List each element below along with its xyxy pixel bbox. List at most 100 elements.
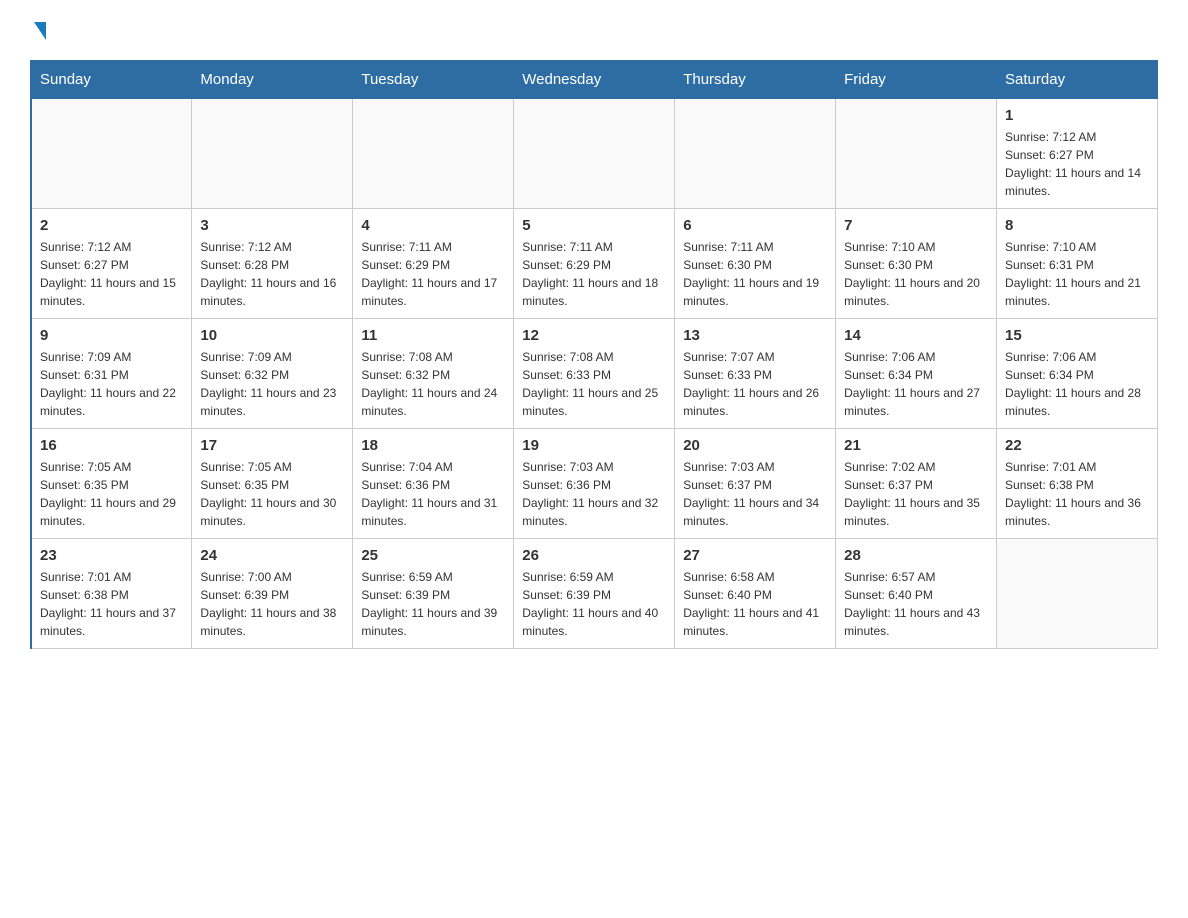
day-number: 14 (844, 327, 988, 344)
day-number: 18 (361, 437, 505, 454)
day-cell (31, 99, 192, 209)
day-cell: 23 Sunrise: 7:01 AM Sunset: 6:38 PM Dayli… (31, 539, 192, 649)
day-cell: 6 Sunrise: 7:11 AM Sunset: 6:30 PM Daylig… (675, 209, 836, 319)
day-number: 2 (40, 217, 183, 234)
day-cell: 10 Sunrise: 7:09 AM Sunset: 6:32 PM Dayli… (192, 319, 353, 429)
day-info: Sunrise: 7:12 AM Sunset: 6:27 PM Dayligh… (40, 238, 183, 310)
day-cell: 1 Sunrise: 7:12 AM Sunset: 6:27 PM Daylig… (997, 99, 1158, 209)
week-row-3: 9 Sunrise: 7:09 AM Sunset: 6:31 PM Daylig… (31, 319, 1158, 429)
day-cell: 28 Sunrise: 6:57 AM Sunset: 6:40 PM Dayli… (836, 539, 997, 649)
day-info: Sunrise: 7:01 AM Sunset: 6:38 PM Dayligh… (1005, 458, 1149, 530)
day-cell (836, 99, 997, 209)
weekday-header-wednesday: Wednesday (514, 61, 675, 99)
day-number: 17 (200, 437, 344, 454)
day-info: Sunrise: 7:10 AM Sunset: 6:30 PM Dayligh… (844, 238, 988, 310)
day-cell: 18 Sunrise: 7:04 AM Sunset: 6:36 PM Dayli… (353, 429, 514, 539)
day-number: 19 (522, 437, 666, 454)
day-info: Sunrise: 7:05 AM Sunset: 6:35 PM Dayligh… (200, 458, 344, 530)
day-info: Sunrise: 7:01 AM Sunset: 6:38 PM Dayligh… (40, 568, 183, 640)
day-info: Sunrise: 7:00 AM Sunset: 6:39 PM Dayligh… (200, 568, 344, 640)
day-info: Sunrise: 7:11 AM Sunset: 6:29 PM Dayligh… (361, 238, 505, 310)
day-cell: 2 Sunrise: 7:12 AM Sunset: 6:27 PM Daylig… (31, 209, 192, 319)
day-cell: 22Sunrise: 7:01 AM Sunset: 6:38 PM Dayli… (997, 429, 1158, 539)
day-cell: 4 Sunrise: 7:11 AM Sunset: 6:29 PM Daylig… (353, 209, 514, 319)
day-info: Sunrise: 7:03 AM Sunset: 6:36 PM Dayligh… (522, 458, 666, 530)
day-number: 5 (522, 217, 666, 234)
day-cell (675, 99, 836, 209)
day-number: 12 (522, 327, 666, 344)
day-cell: 15 Sunrise: 7:06 AM Sunset: 6:34 PM Dayli… (997, 319, 1158, 429)
day-cell: 11 Sunrise: 7:08 AM Sunset: 6:32 PM Dayli… (353, 319, 514, 429)
day-number: 3 (200, 217, 344, 234)
day-number: 28 (844, 547, 988, 564)
day-info: Sunrise: 7:07 AM Sunset: 6:33 PM Dayligh… (683, 348, 827, 420)
day-number: 27 (683, 547, 827, 564)
day-number: 8 (1005, 217, 1149, 234)
day-cell: 20 Sunrise: 7:03 AM Sunset: 6:37 PM Dayli… (675, 429, 836, 539)
day-cell: 21 Sunrise: 7:02 AM Sunset: 6:37 PM Dayli… (836, 429, 997, 539)
day-cell: 27 Sunrise: 6:58 AM Sunset: 6:40 PM Dayli… (675, 539, 836, 649)
calendar-table: SundayMondayTuesdayWednesdayThursdayFrid… (30, 60, 1158, 649)
day-cell (353, 99, 514, 209)
day-info: Sunrise: 6:57 AM Sunset: 6:40 PM Dayligh… (844, 568, 988, 640)
day-number: 4 (361, 217, 505, 234)
day-cell (514, 99, 675, 209)
weekday-header-sunday: Sunday (31, 61, 192, 99)
day-info: Sunrise: 6:59 AM Sunset: 6:39 PM Dayligh… (361, 568, 505, 640)
week-row-2: 2 Sunrise: 7:12 AM Sunset: 6:27 PM Daylig… (31, 209, 1158, 319)
day-number: 13 (683, 327, 827, 344)
day-cell: 19 Sunrise: 7:03 AM Sunset: 6:36 PM Dayli… (514, 429, 675, 539)
day-info: Sunrise: 7:03 AM Sunset: 6:37 PM Dayligh… (683, 458, 827, 530)
day-cell: 13 Sunrise: 7:07 AM Sunset: 6:33 PM Dayli… (675, 319, 836, 429)
day-number: 9 (40, 327, 183, 344)
day-number: 15 (1005, 327, 1149, 344)
day-cell: 14 Sunrise: 7:06 AM Sunset: 6:34 PM Dayli… (836, 319, 997, 429)
day-cell: 16Sunrise: 7:05 AM Sunset: 6:35 PM Dayli… (31, 429, 192, 539)
day-number: 21 (844, 437, 988, 454)
day-info: Sunrise: 7:11 AM Sunset: 6:30 PM Dayligh… (683, 238, 827, 310)
day-cell: 17 Sunrise: 7:05 AM Sunset: 6:35 PM Dayli… (192, 429, 353, 539)
day-info: Sunrise: 7:09 AM Sunset: 6:31 PM Dayligh… (40, 348, 183, 420)
day-info: Sunrise: 7:12 AM Sunset: 6:27 PM Dayligh… (1005, 128, 1149, 200)
day-info: Sunrise: 7:02 AM Sunset: 6:37 PM Dayligh… (844, 458, 988, 530)
week-row-5: 23 Sunrise: 7:01 AM Sunset: 6:38 PM Dayli… (31, 539, 1158, 649)
day-number: 20 (683, 437, 827, 454)
day-cell: 8 Sunrise: 7:10 AM Sunset: 6:31 PM Daylig… (997, 209, 1158, 319)
day-info: Sunrise: 6:58 AM Sunset: 6:40 PM Dayligh… (683, 568, 827, 640)
day-number: 26 (522, 547, 666, 564)
weekday-header-monday: Monday (192, 61, 353, 99)
page-header (30, 20, 1158, 40)
day-cell: 3 Sunrise: 7:12 AM Sunset: 6:28 PM Daylig… (192, 209, 353, 319)
day-cell: 12 Sunrise: 7:08 AM Sunset: 6:33 PM Dayli… (514, 319, 675, 429)
day-info: Sunrise: 7:05 AM Sunset: 6:35 PM Dayligh… (40, 458, 183, 530)
day-cell (997, 539, 1158, 649)
day-number: 7 (844, 217, 988, 234)
day-cell: 24 Sunrise: 7:00 AM Sunset: 6:39 PM Dayli… (192, 539, 353, 649)
day-number: 6 (683, 217, 827, 234)
weekday-header-thursday: Thursday (675, 61, 836, 99)
weekday-header-tuesday: Tuesday (353, 61, 514, 99)
day-cell: 7 Sunrise: 7:10 AM Sunset: 6:30 PM Daylig… (836, 209, 997, 319)
day-info: Sunrise: 7:12 AM Sunset: 6:28 PM Dayligh… (200, 238, 344, 310)
day-number: 11 (361, 327, 505, 344)
day-number: 23 (40, 547, 183, 564)
day-info: Sunrise: 6:59 AM Sunset: 6:39 PM Dayligh… (522, 568, 666, 640)
day-info: Sunrise: 7:09 AM Sunset: 6:32 PM Dayligh… (200, 348, 344, 420)
day-info: Sunrise: 7:04 AM Sunset: 6:36 PM Dayligh… (361, 458, 505, 530)
weekday-header-saturday: Saturday (997, 61, 1158, 99)
day-info: Sunrise: 7:10 AM Sunset: 6:31 PM Dayligh… (1005, 238, 1149, 310)
day-info: Sunrise: 7:08 AM Sunset: 6:32 PM Dayligh… (361, 348, 505, 420)
day-number: 10 (200, 327, 344, 344)
day-info: Sunrise: 7:06 AM Sunset: 6:34 PM Dayligh… (844, 348, 988, 420)
day-info: Sunrise: 7:06 AM Sunset: 6:34 PM Dayligh… (1005, 348, 1149, 420)
day-number: 24 (200, 547, 344, 564)
day-info: Sunrise: 7:08 AM Sunset: 6:33 PM Dayligh… (522, 348, 666, 420)
day-cell: 26 Sunrise: 6:59 AM Sunset: 6:39 PM Dayli… (514, 539, 675, 649)
logo-arrow-icon (34, 22, 46, 40)
weekday-header-row: SundayMondayTuesdayWednesdayThursdayFrid… (31, 61, 1158, 99)
day-cell: 25 Sunrise: 6:59 AM Sunset: 6:39 PM Dayli… (353, 539, 514, 649)
day-number: 25 (361, 547, 505, 564)
weekday-header-friday: Friday (836, 61, 997, 99)
day-number: 1 (1005, 107, 1149, 124)
week-row-4: 16Sunrise: 7:05 AM Sunset: 6:35 PM Dayli… (31, 429, 1158, 539)
